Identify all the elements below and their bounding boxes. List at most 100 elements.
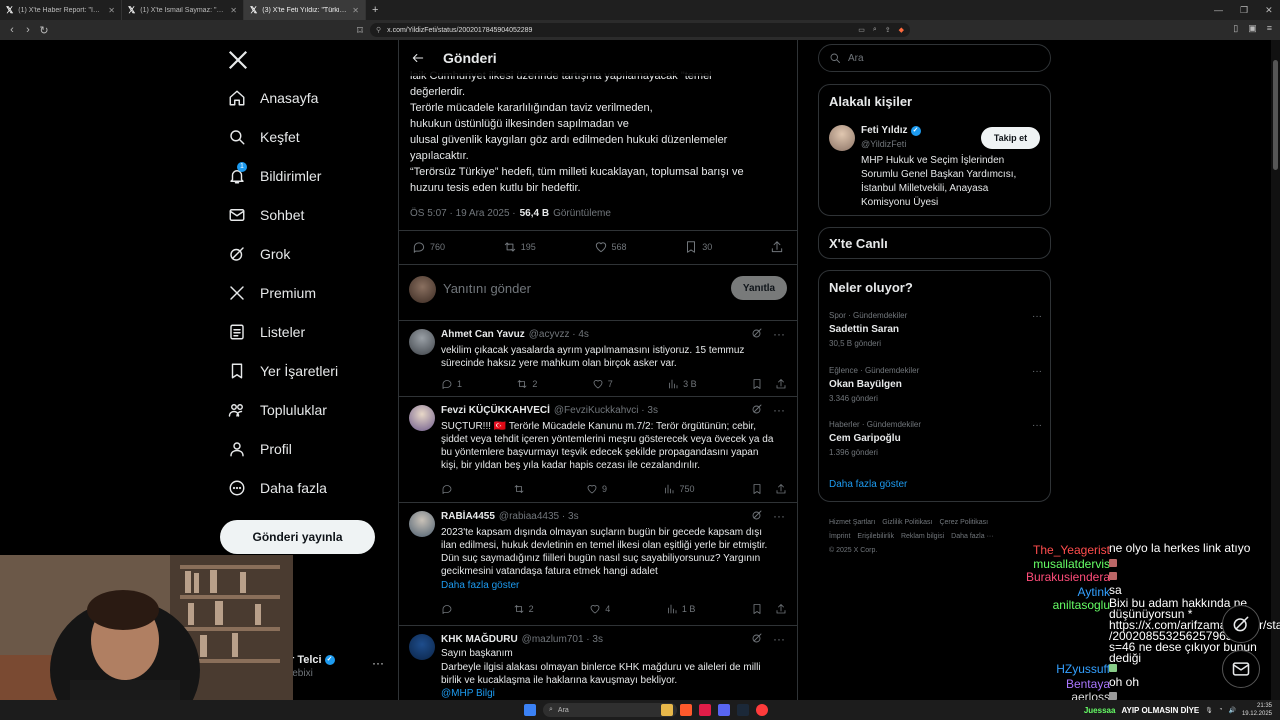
close-tab-icon[interactable]: ✕ xyxy=(230,6,237,15)
back-nav-icon[interactable]: ‹ xyxy=(4,24,20,36)
clock[interactable]: 21:35 19.12.2025 xyxy=(1242,702,1272,718)
account-switcher[interactable]: r Telci ✓ lebixi ··· xyxy=(290,652,390,682)
wallet-icon[interactable]: ▣ xyxy=(1248,23,1257,34)
scrollbar-thumb[interactable] xyxy=(1273,60,1278,170)
reply-item[interactable]: KHK MAĞDURU @mazlum701 · 3s ··· Sayın baş… xyxy=(399,626,797,700)
steam-icon[interactable] xyxy=(737,704,749,716)
live-card[interactable]: X'te Canlı xyxy=(818,227,1051,259)
views-action[interactable]: 3 B xyxy=(667,378,697,390)
like-action[interactable]: 7 xyxy=(592,378,613,390)
page-scrollbar[interactable] xyxy=(1271,40,1280,700)
bookmark-page-icon[interactable]: ⌑ xyxy=(352,24,368,37)
sidebar-icon[interactable]: ▯ xyxy=(1233,23,1238,34)
messages-fab[interactable] xyxy=(1222,650,1260,688)
more-icon[interactable]: ··· xyxy=(773,509,785,523)
back-arrow-icon[interactable] xyxy=(411,51,425,65)
menu-icon[interactable]: ≡ xyxy=(1267,23,1272,34)
forward-nav-icon[interactable]: › xyxy=(20,24,36,36)
mention-link[interactable]: @MHP Bilgi xyxy=(441,688,495,699)
footer-link[interactable]: Reklam bilgisi xyxy=(901,533,944,540)
nav-item-explore[interactable]: Keşfet xyxy=(228,128,300,146)
share-icon[interactable]: ⇪ xyxy=(885,26,891,34)
reply-author[interactable]: KHK MAĞDURU xyxy=(441,634,518,645)
search-input[interactable]: Ara xyxy=(818,44,1051,72)
nav-item-lists[interactable]: Listeler xyxy=(228,323,305,341)
browser-tab-2[interactable]: 𝕏(1) X'te İsmail Saymaz: "Gaziantep'in..… xyxy=(122,0,244,20)
share-icon[interactable] xyxy=(775,378,787,390)
more-icon[interactable]: ··· xyxy=(773,327,785,341)
reply-input[interactable]: Yanıtını gönder xyxy=(443,281,531,296)
share-action[interactable] xyxy=(770,240,784,254)
reply-author[interactable]: Ahmet Can Yavuz xyxy=(441,329,525,340)
wifi-icon[interactable]: ◔ xyxy=(1219,707,1223,713)
more-icon[interactable]: ··· xyxy=(1032,420,1042,431)
discord-icon[interactable] xyxy=(718,704,730,716)
reply-item[interactable]: Ahmet Can Yavuz @acyvzz · 4s ··· vekilim … xyxy=(399,321,797,397)
more-icon[interactable]: ··· xyxy=(773,403,785,417)
bookmark-action[interactable]: 30 xyxy=(684,240,712,254)
more-icon[interactable]: ··· xyxy=(773,632,785,646)
nav-item-notifications[interactable]: 1 Bildirimler xyxy=(228,162,321,185)
reply-author[interactable]: Fevzi KÜÇÜKKAHVECİ xyxy=(441,405,550,416)
nav-item-bookmarks[interactable]: Yer İşaretleri xyxy=(228,362,338,380)
grok-icon[interactable] xyxy=(751,327,763,339)
new-tab-button[interactable]: + xyxy=(366,4,384,16)
trend-item[interactable]: Eğlence · Gündemdekiler Okan Bayülgen 3.… xyxy=(829,366,1042,403)
footer-link[interactable]: Daha fazla ··· xyxy=(951,533,993,540)
share-icon[interactable] xyxy=(775,483,787,495)
show-more-link[interactable]: Daha fazla göster xyxy=(829,479,907,490)
browser-tab-1[interactable]: 𝕏(1) X'te Haber Report: "İstanbul Başsav… xyxy=(0,0,122,20)
footer-link[interactable]: Çerez Politikası xyxy=(939,519,988,526)
file-explorer-icon[interactable] xyxy=(661,704,673,716)
close-tab-icon[interactable]: ✕ xyxy=(108,6,115,15)
reply-action[interactable] xyxy=(441,603,457,615)
brave-shield-icon[interactable]: ◆ xyxy=(899,26,904,34)
views-action[interactable]: 750 xyxy=(663,483,695,495)
obs-icon[interactable] xyxy=(756,704,768,716)
grok-icon[interactable] xyxy=(751,403,763,415)
mic-icon[interactable]: 🎙 xyxy=(1205,707,1213,714)
like-action[interactable]: 9 xyxy=(586,483,607,495)
footer-link[interactable]: Gizlilik Politikası xyxy=(882,519,932,526)
person-name[interactable]: Feti Yıldız ✓ xyxy=(861,125,921,136)
bookmark-icon[interactable] xyxy=(751,603,763,615)
follow-button[interactable]: Takip et xyxy=(981,127,1040,149)
reply-item[interactable]: RABİA4455 @rabiaa4435 · 3s ··· 2023'te ka… xyxy=(399,503,797,626)
footer-link[interactable]: İmprint xyxy=(829,533,850,540)
trend-item[interactable]: Spor · Gündemdekiler Sadettin Saran 30,5… xyxy=(829,311,1042,348)
like-action[interactable]: 4 xyxy=(589,603,610,615)
views-action[interactable]: 1 B xyxy=(666,603,695,615)
reply-action[interactable]: 760 xyxy=(412,240,445,254)
nav-item-communities[interactable]: Topluluklar xyxy=(228,401,327,419)
grok-icon[interactable] xyxy=(751,509,763,521)
app-icon[interactable] xyxy=(699,704,711,716)
x-logo-icon[interactable] xyxy=(227,49,249,71)
repost-action[interactable]: 2 xyxy=(516,378,537,390)
reload-icon[interactable]: ↻ xyxy=(36,24,52,37)
repost-action[interactable] xyxy=(513,483,529,495)
volume-icon[interactable]: 🔊 xyxy=(1228,707,1235,714)
repost-action[interactable]: 195 xyxy=(503,240,536,254)
screen-icon[interactable]: ▭ xyxy=(858,26,865,34)
brave-browser-icon[interactable] xyxy=(680,704,692,716)
post-timestamp[interactable]: ÖS 5:07 · 19 Ara 2025 · xyxy=(410,208,516,219)
trend-item[interactable]: Haberler · Gündemdekiler Cem Garipoğlu 1… xyxy=(829,420,1042,457)
reply-author[interactable]: RABİA4455 xyxy=(441,511,495,522)
footer-link[interactable]: Erişilebilirlik xyxy=(857,533,894,540)
grok-fab[interactable] xyxy=(1222,605,1260,643)
like-action[interactable]: 568 xyxy=(594,240,627,254)
reply-action[interactable]: 1 xyxy=(441,378,462,390)
more-icon[interactable]: ··· xyxy=(372,656,384,670)
zoom-icon[interactable]: ⌕ xyxy=(873,26,877,34)
share-icon[interactable] xyxy=(775,603,787,615)
nav-item-more[interactable]: Daha fazla xyxy=(228,479,327,497)
show-more-link[interactable]: Daha fazla göster xyxy=(441,580,519,591)
grok-icon[interactable] xyxy=(751,632,763,644)
more-icon[interactable]: ··· xyxy=(1032,366,1042,377)
maximize-button[interactable]: ❐ xyxy=(1240,5,1248,16)
nav-item-home[interactable]: Anasayfa xyxy=(228,89,318,107)
nav-item-profile[interactable]: Profil xyxy=(228,440,292,458)
reply-button[interactable]: Yanıtla xyxy=(731,276,787,300)
nav-item-chat[interactable]: Sohbet xyxy=(228,206,304,224)
footer-link[interactable]: Hizmet Şartları xyxy=(829,519,875,526)
